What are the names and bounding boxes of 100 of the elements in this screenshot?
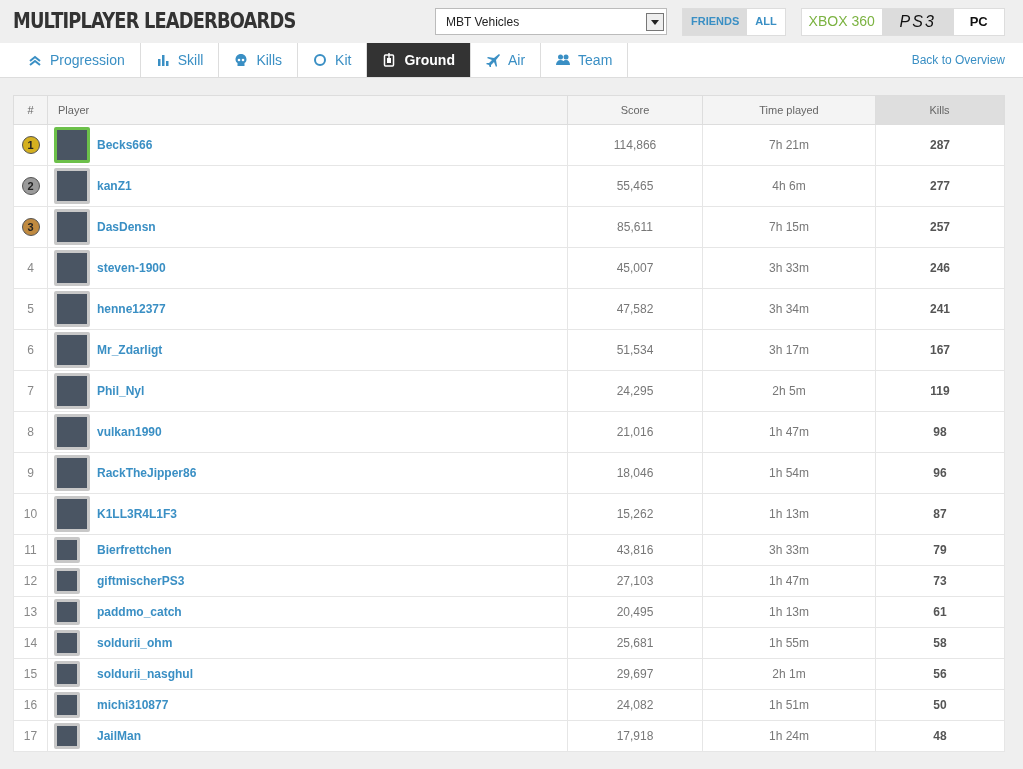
time-played-cell: 2h 5m xyxy=(703,371,876,411)
tab[interactable]: Ground xyxy=(367,43,471,77)
time-played-cell: 3h 33m xyxy=(703,248,876,288)
player-name-link[interactable]: JailMan xyxy=(97,727,141,745)
score-cell: 55,465 xyxy=(568,166,703,206)
scope-toggle-button[interactable]: FRIENDS xyxy=(683,8,748,35)
kills-cell-text: 61 xyxy=(932,604,948,621)
player-name-link[interactable]: Mr_Zdarligt xyxy=(97,341,163,359)
people-icon xyxy=(556,53,571,67)
time-played-cell: 4h 6m xyxy=(703,166,876,206)
kills-cell-text: 56 xyxy=(932,666,948,683)
time-played-cell: 7h 21m xyxy=(703,125,876,165)
kills-cell-text: 119 xyxy=(929,383,951,400)
time-played-cell: 1h 47m xyxy=(703,412,876,452)
time-played-cell: 1h 24m xyxy=(703,721,876,751)
rank-number: 5 xyxy=(27,301,34,318)
rank-number: 13 xyxy=(23,604,38,621)
player-name-link[interactable]: vulkan1990 xyxy=(97,423,162,441)
score-cell: 29,697 xyxy=(568,659,703,689)
player-name-link[interactable]: steven-1900 xyxy=(97,259,166,277)
platform-toggle-button[interactable]: PS3 xyxy=(881,8,954,35)
rank-number: 9 xyxy=(27,465,34,482)
kills-cell-text: 241 xyxy=(929,301,951,318)
ring-icon xyxy=(313,53,328,67)
time-played-cell: 3h 34m xyxy=(703,289,876,329)
rank-number: 14 xyxy=(23,635,38,652)
kills-cell-text: 287 xyxy=(929,137,951,154)
player-name-link[interactable]: Bierfrettchen xyxy=(97,541,172,559)
score-cell: 20,495 xyxy=(568,597,703,627)
column-header[interactable]: Kills xyxy=(876,96,1004,124)
bar-chart-icon xyxy=(155,53,170,67)
time-played-cell: 3h 17m xyxy=(703,330,876,370)
rank-number: 10 xyxy=(23,506,38,523)
player-name-link[interactable]: DasDensn xyxy=(97,218,156,236)
time-played-cell: 2h 1m xyxy=(703,659,876,689)
rank-medal: 2 xyxy=(21,177,40,195)
double-chevron-icon xyxy=(28,53,42,67)
kills-cell-text: 73 xyxy=(932,573,948,590)
rank-number: 4 xyxy=(27,260,34,277)
page-title: MULTIPLAYER LEADERBOARDS xyxy=(13,7,297,35)
rank-number: 16 xyxy=(23,697,38,714)
kills-cell-text: 58 xyxy=(932,635,948,652)
score-cell: 114,866 xyxy=(568,125,703,165)
jet-icon xyxy=(485,53,500,67)
column-header[interactable]: Score xyxy=(568,96,703,124)
kills-cell-text: 48 xyxy=(932,728,948,745)
kills-cell-text: 50 xyxy=(932,697,948,714)
rank-number: 15 xyxy=(23,666,38,683)
time-played-cell: 7h 15m xyxy=(703,207,876,247)
score-cell: 24,082 xyxy=(568,690,703,720)
rank-number: 17 xyxy=(23,728,38,745)
back-to-overview-link[interactable]: Back to Overview xyxy=(911,51,1005,69)
category-select[interactable]: MBT Vehicles xyxy=(435,8,667,35)
player-name-link[interactable]: Becks666 xyxy=(97,136,153,154)
score-cell: 18,046 xyxy=(568,453,703,493)
score-cell: 15,262 xyxy=(568,494,703,534)
player-name-link[interactable]: henne12377 xyxy=(97,300,166,318)
rank-number: 7 xyxy=(27,383,34,400)
kills-cell-text: 277 xyxy=(929,178,951,195)
rank-number: 8 xyxy=(27,424,34,441)
kills-cell-text: 246 xyxy=(929,260,951,277)
score-cell: 45,007 xyxy=(568,248,703,288)
time-played-cell: 1h 54m xyxy=(703,453,876,493)
score-cell: 24,295 xyxy=(568,371,703,411)
player-name-link[interactable]: soldurii_nasghul xyxy=(97,665,193,683)
time-played-cell: 1h 55m xyxy=(703,628,876,658)
column-header[interactable]: # xyxy=(14,96,48,124)
score-cell: 85,611 xyxy=(568,207,703,247)
time-played-cell: 3h 33m xyxy=(703,535,876,565)
score-cell: 17,918 xyxy=(568,721,703,751)
time-played-cell: 1h 13m xyxy=(703,597,876,627)
score-cell: 21,016 xyxy=(568,412,703,452)
player-name-link[interactable]: paddmo_catch xyxy=(97,603,182,621)
score-cell: 25,681 xyxy=(568,628,703,658)
player-name-link[interactable]: michi310877 xyxy=(97,696,169,714)
rank-medal: 3 xyxy=(21,218,40,236)
time-played-cell: 1h 51m xyxy=(703,690,876,720)
kills-cell-text: 98 xyxy=(932,424,948,441)
skull-icon xyxy=(234,53,249,67)
rank-number: 12 xyxy=(23,573,38,590)
kills-cell-text: 257 xyxy=(929,219,951,236)
kills-cell-text: 87 xyxy=(932,506,948,523)
player-name-link[interactable]: soldurii_ohm xyxy=(97,634,173,652)
kills-cell-text: 96 xyxy=(932,465,948,482)
time-played-cell: 1h 47m xyxy=(703,566,876,596)
column-header[interactable]: Player xyxy=(48,96,568,124)
rank-number: 11 xyxy=(24,542,37,559)
tank-icon xyxy=(382,53,397,67)
kills-cell-text: 79 xyxy=(932,542,948,559)
player-name-link[interactable]: K1LL3R4L1F3 xyxy=(97,505,178,523)
player-name-link[interactable]: Phil_Nyl xyxy=(97,382,145,400)
score-cell: 47,582 xyxy=(568,289,703,329)
rank-number: 6 xyxy=(27,342,34,359)
player-name-link[interactable]: giftmischerPS3 xyxy=(97,572,185,590)
score-cell: 43,816 xyxy=(568,535,703,565)
rank-medal: 1 xyxy=(21,136,40,154)
player-name-link[interactable]: kanZ1 xyxy=(97,177,132,195)
player-name-link[interactable]: RackTheJipper86 xyxy=(97,464,197,482)
time-played-cell: 1h 13m xyxy=(703,494,876,534)
score-cell: 27,103 xyxy=(568,566,703,596)
